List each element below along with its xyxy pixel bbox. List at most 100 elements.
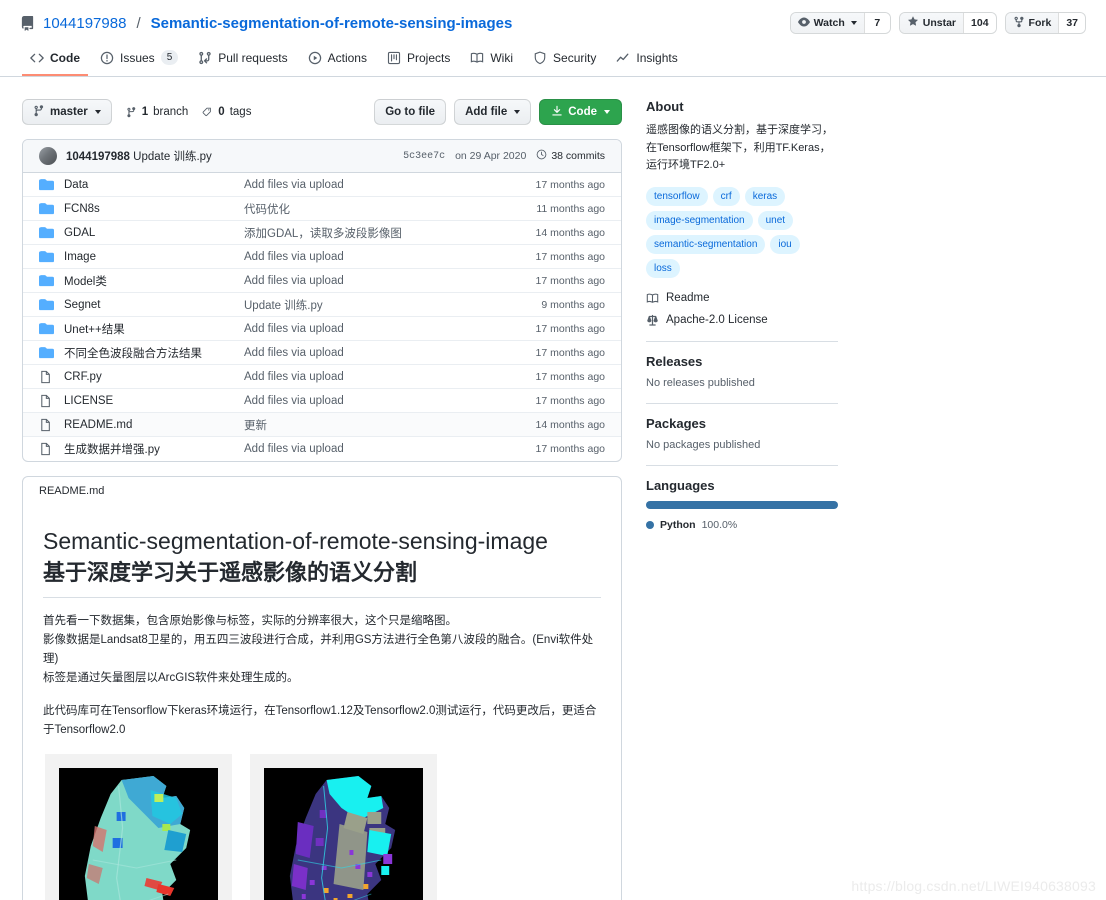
folder-icon <box>39 225 55 240</box>
topic-tag[interactable]: iou <box>770 234 800 254</box>
file-commit-message[interactable]: 代码优化 <box>244 201 536 217</box>
table-row[interactable]: 不同全色波段融合方法结果 Add files via upload 17 mon… <box>23 341 621 365</box>
file-commit-message[interactable]: Add files via upload <box>244 323 536 335</box>
file-commit-message[interactable]: Add files via upload <box>244 443 536 455</box>
tab-insights[interactable]: Insights <box>608 47 685 76</box>
file-name[interactable]: Unet++结果 <box>64 321 244 337</box>
file-name[interactable]: README.md <box>64 419 244 431</box>
file-age: 11 months ago <box>536 202 605 215</box>
file-name[interactable]: Image <box>64 251 244 263</box>
unstar-button[interactable]: Unstar <box>899 13 964 33</box>
file-commit-message[interactable]: Add files via upload <box>244 395 536 407</box>
file-commit-message[interactable]: Add files via upload <box>244 371 536 383</box>
file-name[interactable]: 不同全色波段融合方法结果 <box>64 345 244 361</box>
file-name[interactable]: 生成数据并增强.py <box>64 441 244 457</box>
add-file-button[interactable]: Add file <box>454 99 532 125</box>
file-name[interactable]: Data <box>64 179 244 191</box>
file-commit-message[interactable]: Update 训练.py <box>244 297 541 313</box>
repo-nav-tabs: Code Issues 5 Pull requests Actions Proj… <box>0 36 1106 77</box>
branch-name: master <box>50 106 88 118</box>
topic-tag[interactable]: semantic-segmentation <box>646 234 766 254</box>
file-age: 14 months ago <box>535 226 605 239</box>
tab-wiki[interactable]: Wiki <box>462 47 521 76</box>
table-row[interactable]: GDAL 添加GDAL，读取多波段影像图 14 months ago <box>23 221 621 245</box>
file-name[interactable]: LICENSE <box>64 395 244 407</box>
file-commit-message[interactable]: Add files via upload <box>244 179 536 191</box>
packages-title: Packages <box>646 415 706 431</box>
star-count[interactable]: 104 <box>963 13 996 33</box>
readme-title-en: Semantic-segmentation-of-remote-sensing-… <box>43 528 548 554</box>
tags-link[interactable]: 0 tags <box>202 106 251 118</box>
fork-count[interactable]: 37 <box>1058 13 1085 33</box>
file-commit-message[interactable]: Add files via upload <box>244 251 536 263</box>
repo-separator: / <box>136 14 141 32</box>
topic-tag[interactable]: unet <box>757 210 794 230</box>
go-to-file-button[interactable]: Go to file <box>374 99 447 125</box>
watch-label: Watch <box>813 17 845 29</box>
file-name[interactable]: Segnet <box>64 299 244 311</box>
topic-tag[interactable]: tensorflow <box>646 186 708 206</box>
fork-button[interactable]: Fork <box>1005 13 1059 33</box>
table-row[interactable]: Data Add files via upload 17 months ago <box>23 173 621 197</box>
watch-button-group[interactable]: Watch 7 <box>789 12 891 34</box>
table-row[interactable]: CRF.py Add files via upload 17 months ag… <box>23 365 621 389</box>
file-name[interactable]: CRF.py <box>64 371 244 383</box>
file-commit-message[interactable]: Add files via upload <box>244 347 536 359</box>
branches-label: branch <box>153 106 189 118</box>
table-row[interactable]: LICENSE Add files via upload 17 months a… <box>23 389 621 413</box>
watch-button[interactable]: Watch <box>790 13 864 33</box>
tags-count: 0 <box>218 106 225 118</box>
table-row[interactable]: 生成数据并增强.py Add files via upload 17 month… <box>23 437 621 461</box>
star-icon <box>907 15 919 31</box>
graph-icon <box>616 51 630 65</box>
table-row[interactable]: Image Add files via upload 17 months ago <box>23 245 621 269</box>
star-button-group[interactable]: Unstar 104 <box>898 12 997 34</box>
branch-selector[interactable]: master <box>22 99 112 125</box>
sidebar: About 遥感图像的语义分割，基于深度学习，在Tensorflow框架下，利用… <box>646 99 838 900</box>
repo-icon <box>20 15 35 31</box>
file-age: 17 months ago <box>535 274 605 287</box>
tab-code[interactable]: Code <box>22 47 88 76</box>
table-row[interactable]: README.md 更新 14 months ago <box>23 413 621 437</box>
table-row[interactable]: Model类 Add files via upload 17 months ag… <box>23 269 621 293</box>
topic-tag[interactable]: loss <box>646 258 680 278</box>
repo-owner-link[interactable]: 1044197988 <box>43 15 126 32</box>
file-name[interactable]: Model类 <box>64 273 244 289</box>
commit-author[interactable]: 1044197988 <box>66 151 130 163</box>
code-button[interactable]: Code <box>539 99 622 125</box>
commit-meta: 5c3ee7c on 29 Apr 2020 38 commits <box>403 149 605 163</box>
fork-button-group[interactable]: Fork 37 <box>1004 12 1086 34</box>
file-commit-message[interactable]: 更新 <box>244 417 536 433</box>
language-item-python[interactable]: Python 100.0% <box>646 519 838 531</box>
table-row[interactable]: FCN8s 代码优化 11 months ago <box>23 197 621 221</box>
topic-tag[interactable]: keras <box>744 186 786 206</box>
license-link[interactable]: Apache-2.0 License <box>646 314 838 327</box>
watch-count[interactable]: 7 <box>863 13 890 33</box>
commit-sha[interactable]: 5c3ee7c <box>403 151 445 162</box>
table-row[interactable]: Unet++结果 Add files via upload 17 months … <box>23 317 621 341</box>
tab-actions[interactable]: Actions <box>300 47 375 76</box>
repo-actions: Watch 7 Unstar 104 Fork 37 <box>789 12 1086 34</box>
repo-name-link[interactable]: Semantic-segmentation-of-remote-sensing-… <box>151 15 513 32</box>
book-icon <box>646 292 659 305</box>
file-age: 17 months ago <box>535 443 605 455</box>
language-bar-segment-python[interactable] <box>646 500 838 509</box>
file-commit-message[interactable]: Add files via upload <box>244 275 536 287</box>
branches-link[interactable]: 1 branch <box>126 106 189 118</box>
tab-issues[interactable]: Issues 5 <box>92 46 186 76</box>
tab-pull-requests[interactable]: Pull requests <box>190 47 295 76</box>
commit-message-text[interactable]: Update 训练.py <box>133 151 212 163</box>
file-name[interactable]: GDAL <box>64 227 244 239</box>
commits-count-link[interactable]: 38 commits <box>536 149 605 163</box>
tab-insights-label: Insights <box>636 50 678 65</box>
download-icon <box>551 105 563 120</box>
file-name[interactable]: FCN8s <box>64 203 244 215</box>
tab-projects[interactable]: Projects <box>379 47 458 76</box>
topic-tag[interactable]: crf <box>712 186 740 206</box>
branch-icon <box>126 106 137 118</box>
readme-link[interactable]: Readme <box>646 292 838 305</box>
topic-tag[interactable]: image-segmentation <box>646 210 753 230</box>
tab-security[interactable]: Security <box>525 47 604 76</box>
file-commit-message[interactable]: 添加GDAL，读取多波段影像图 <box>244 225 536 241</box>
table-row[interactable]: Segnet Update 训练.py 9 months ago <box>23 293 621 317</box>
